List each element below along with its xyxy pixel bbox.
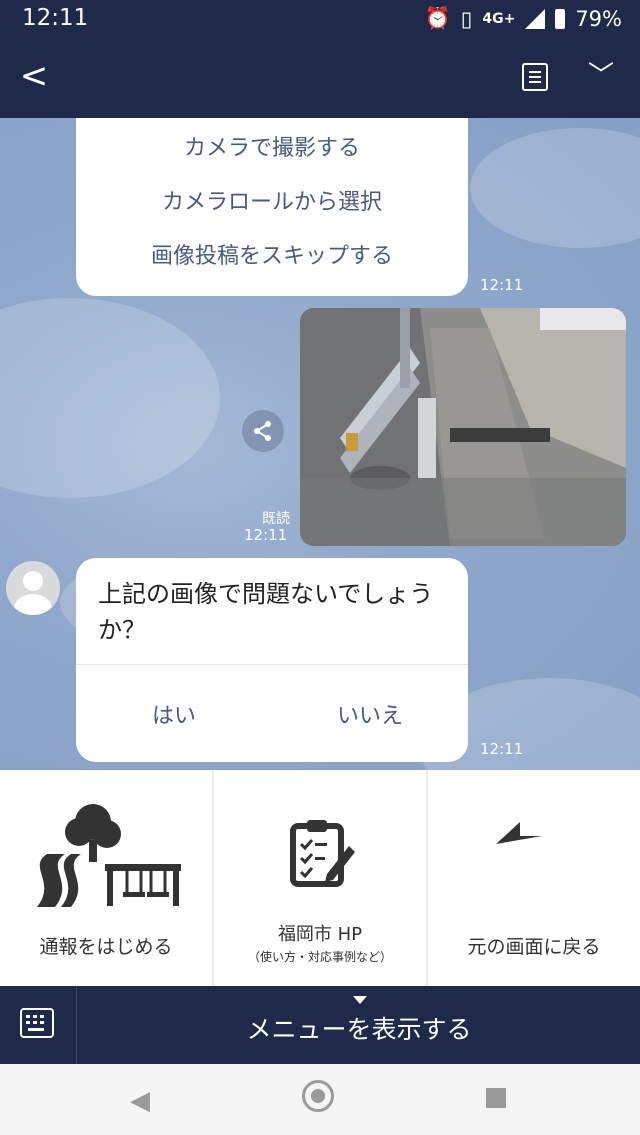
status-bar: 12:11 ⏰ ▯ 4G+ 79% xyxy=(0,0,640,38)
caret-down-icon xyxy=(353,996,367,1004)
keyboard-button[interactable] xyxy=(20,1008,54,1038)
share-icon xyxy=(254,421,271,441)
return-arrow-icon xyxy=(496,822,542,844)
menu-toggle-bar: メニューを表示する xyxy=(0,986,640,1064)
menu-label-return: 元の画面に戻る xyxy=(467,936,601,958)
rich-menu: 通報をはじめる 福岡市 HP （使い方・対応事例など） 元の画面に戻る xyxy=(0,770,640,986)
alarm-icon: ⏰ xyxy=(424,6,451,30)
menu-return[interactable]: 元の画面に戻る xyxy=(428,770,640,986)
back-button[interactable]: < xyxy=(14,56,54,96)
battery-level: 79% xyxy=(575,6,622,31)
battery-icon xyxy=(555,8,566,29)
confirm-message: 上記の画像で問題ないでしょうか？ はい いいえ xyxy=(76,558,468,762)
chat-area[interactable]: カメラで撮影する カメラロールから選択 画像投稿をスキップする 12:11 既読… xyxy=(0,118,640,770)
bar-divider xyxy=(76,986,77,1064)
expand-button[interactable]: ﹀ xyxy=(588,56,614,96)
park-road-icon xyxy=(37,804,181,907)
status-time: 12:11 xyxy=(22,5,89,31)
menu-fukuoka-hp[interactable]: 福岡市 HP （使い方・対応事例など） xyxy=(214,770,426,986)
yes-button[interactable]: はい xyxy=(76,698,272,730)
home-dot-icon xyxy=(311,1089,325,1103)
option-skip-image[interactable]: 画像投稿をスキップする xyxy=(76,238,468,270)
share-button[interactable] xyxy=(242,410,284,452)
bot-avatar[interactable] xyxy=(6,561,60,615)
posted-photo[interactable] xyxy=(300,308,626,546)
menu-start-report[interactable]: 通報をはじめる xyxy=(0,770,212,986)
confirm-question: 上記の画像で問題ないでしょうか？ xyxy=(98,580,434,644)
notes-button[interactable] xyxy=(522,63,548,91)
signal-icon xyxy=(525,8,546,29)
no-button[interactable]: いいえ xyxy=(272,698,468,730)
option-camera-roll[interactable]: カメラロールから選択 xyxy=(76,184,468,216)
status-icons: ⏰ ▯ 4G+ 79% xyxy=(425,6,622,31)
confirm-time: 12:11 xyxy=(480,740,524,758)
image-time: 12:11 xyxy=(244,526,288,544)
clipboard-icon xyxy=(290,820,355,887)
network-type: 4G+ xyxy=(482,10,516,27)
nav-home-button[interactable] xyxy=(302,1080,334,1112)
chevron-left-icon: < xyxy=(19,56,49,96)
road-guardrail-photo xyxy=(300,308,626,546)
message-time: 12:11 xyxy=(480,276,524,294)
menu-label-start-report: 通報をはじめる xyxy=(39,936,173,958)
vibrate-icon: ▯ xyxy=(460,6,473,31)
system-nav-bar: ◀ xyxy=(0,1064,640,1135)
nav-back-button[interactable]: ◀ xyxy=(130,1086,150,1116)
bubble-divider xyxy=(76,664,468,665)
show-menu-button[interactable]: メニューを表示する xyxy=(78,1010,640,1046)
chat-header: < ﹀ xyxy=(0,38,640,118)
read-status: 既読 xyxy=(262,511,290,527)
chevron-down-icon: ﹀ xyxy=(588,61,615,91)
option-take-photo[interactable]: カメラで撮影する xyxy=(76,130,468,162)
menu-label-fukuoka-hp: 福岡市 HP xyxy=(277,924,363,945)
nav-recents-button[interactable] xyxy=(486,1088,506,1108)
option-message: カメラで撮影する カメラロールから選択 画像投稿をスキップする xyxy=(76,118,468,296)
menu-sublabel-fukuoka-hp: （使い方・対応事例など） xyxy=(247,950,392,964)
